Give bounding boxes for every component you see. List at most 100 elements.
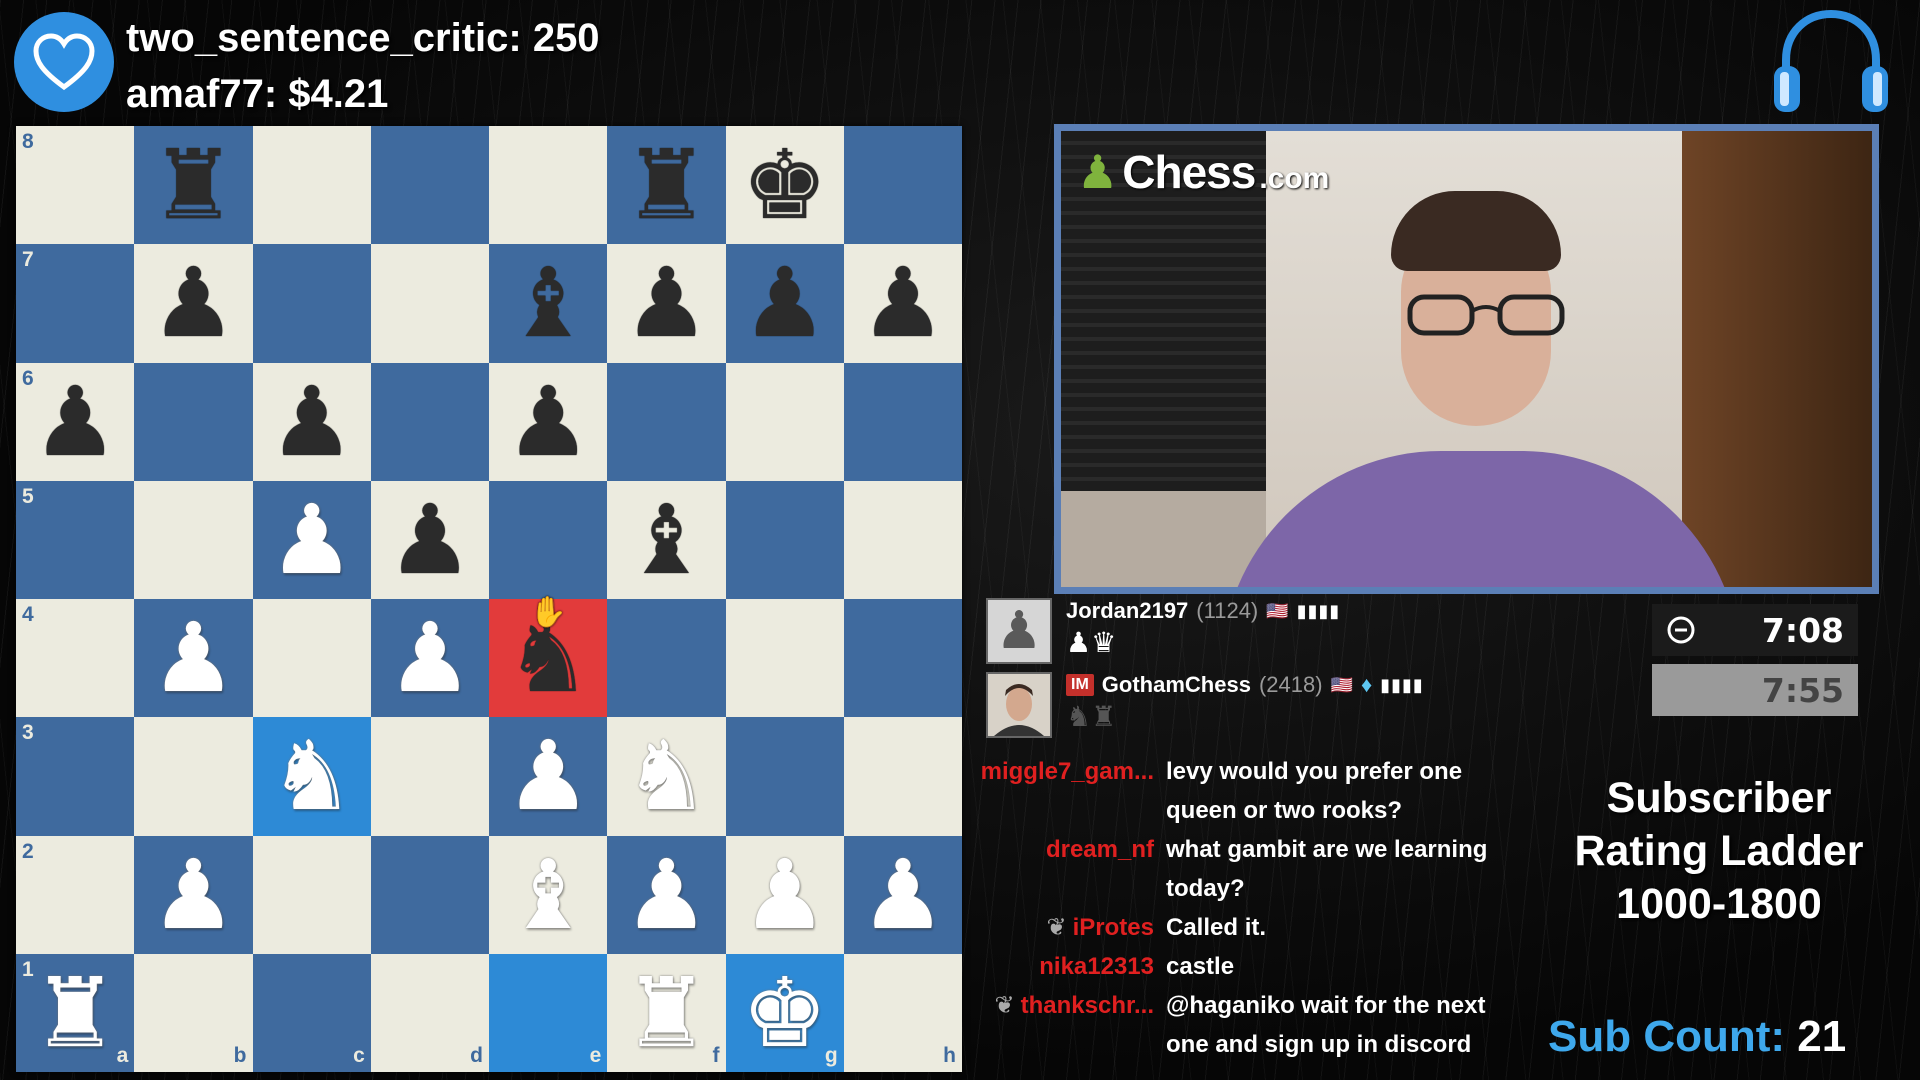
black-pawn-icon[interactable]: ♟ — [269, 374, 355, 470]
square-g5[interactable] — [725, 480, 844, 599]
square-a1[interactable]: 1 a ♜ — [16, 953, 135, 1072]
square-c2[interactable] — [252, 835, 371, 954]
square-h8[interactable] — [843, 126, 962, 245]
square-f4[interactable] — [607, 599, 726, 718]
square-e1[interactable]: e — [489, 953, 608, 1072]
square-c6[interactable]: ♟ — [252, 362, 371, 481]
square-e4[interactable]: ♞ ✋ — [489, 596, 608, 718]
square-e6[interactable]: ♟ — [489, 362, 608, 481]
square-d4[interactable]: ♟ — [370, 599, 489, 718]
square-b8[interactable]: ♜ — [134, 126, 253, 245]
square-f5[interactable]: ♝ — [607, 480, 726, 599]
square-f6[interactable] — [607, 362, 726, 481]
square-g6[interactable] — [725, 362, 844, 481]
square-a2[interactable]: 2 — [16, 835, 135, 954]
square-c7[interactable] — [252, 244, 371, 363]
square-d6[interactable] — [370, 362, 489, 481]
square-e7[interactable]: ♝ — [489, 244, 608, 363]
white-pawn-icon[interactable]: ♟ — [860, 847, 946, 943]
square-c4[interactable] — [252, 599, 371, 718]
white-knight-icon[interactable]: ♞ — [623, 728, 709, 824]
black-king-icon[interactable]: ♚ — [742, 137, 828, 233]
square-b1[interactable]: b — [134, 953, 253, 1072]
square-h6[interactable] — [843, 362, 962, 481]
white-pawn-icon[interactable]: ♟ — [623, 847, 709, 943]
white-pawn-icon[interactable]: ♟ — [387, 610, 473, 706]
square-c3[interactable]: ♞ — [252, 717, 371, 836]
chat-username[interactable]: ❦ iProtes — [980, 908, 1166, 947]
square-c1[interactable]: c — [252, 953, 371, 1072]
black-bishop-icon[interactable]: ♝ — [505, 255, 591, 351]
square-h7[interactable]: ♟ — [843, 244, 962, 363]
square-h3[interactable] — [843, 717, 962, 836]
square-g4[interactable] — [725, 599, 844, 718]
square-d1[interactable]: d — [370, 953, 489, 1072]
square-f7[interactable]: ♟ — [607, 244, 726, 363]
chat-username[interactable]: miggle7_gam... — [980, 752, 1166, 830]
white-pawn-icon[interactable]: ♟ — [742, 847, 828, 943]
square-a6[interactable]: 6 ♟ — [16, 362, 135, 481]
white-pawn-icon[interactable]: ♟ — [505, 728, 591, 824]
square-b6[interactable] — [134, 362, 253, 481]
ladder-line-1: Subscriber — [1606, 774, 1832, 822]
square-d8[interactable] — [370, 126, 489, 245]
black-pawn-icon[interactable]: ♟ — [32, 374, 118, 470]
square-g1[interactable]: g ♚ — [725, 953, 844, 1072]
player-name[interactable]: GothamChess — [1102, 672, 1251, 698]
black-pawn-icon[interactable]: ♟ — [860, 255, 946, 351]
white-king-icon[interactable]: ♚ — [742, 965, 828, 1061]
white-pawn-icon[interactable]: ♟ — [150, 847, 236, 943]
square-g2[interactable]: ♟ — [725, 835, 844, 954]
square-a7[interactable]: 7 — [16, 244, 135, 363]
square-b2[interactable]: ♟ — [134, 835, 253, 954]
white-rook-icon[interactable]: ♜ — [32, 965, 118, 1061]
black-pawn-icon[interactable]: ♟ — [742, 255, 828, 351]
square-b7[interactable]: ♟ — [134, 244, 253, 363]
square-a3[interactable]: 3 — [16, 717, 135, 836]
square-f1[interactable]: f ♜ — [607, 953, 726, 1072]
square-a5[interactable]: 5 — [16, 480, 135, 599]
square-f3[interactable]: ♞ — [607, 717, 726, 836]
chat-username[interactable]: dream_nf — [980, 830, 1166, 908]
square-a4[interactable]: 4 — [16, 599, 135, 718]
square-f8[interactable]: ♜ — [607, 126, 726, 245]
square-c5[interactable]: ♟ — [252, 480, 371, 599]
square-h2[interactable]: ♟ — [843, 835, 962, 954]
square-a8[interactable]: 8 — [16, 126, 135, 245]
black-pawn-icon[interactable]: ♟ — [387, 492, 473, 588]
chat-username[interactable]: ❦ thankschr... — [980, 986, 1166, 1064]
chess-board[interactable]: 8 ♜ ♜ ♚ 7 ♟ ♝ ♟ ♟ ♟ 6 ♟ ♟ ♟ 5 ♟ ♟ ♝ 4 ♟ ♟ ♞ ✋ 3 ♞ ♟ ♞ 2 ♟ ♝ ♟ ♟ ♟ 1 a ♜ b c d e… — [16, 126, 962, 1072]
square-g8[interactable]: ♚ — [725, 126, 844, 245]
square-d3[interactable] — [370, 717, 489, 836]
white-pawn-icon[interactable]: ♟ — [269, 492, 355, 588]
square-e5[interactable] — [489, 480, 608, 599]
player-name[interactable]: Jordan2197 — [1066, 598, 1188, 624]
square-g3[interactable] — [725, 717, 844, 836]
square-f2[interactable]: ♟ — [607, 835, 726, 954]
square-b3[interactable] — [134, 717, 253, 836]
square-e3[interactable]: ♟ — [489, 717, 608, 836]
black-bishop-icon[interactable]: ♝ — [623, 492, 709, 588]
black-pawn-icon[interactable]: ♟ — [505, 374, 591, 470]
square-h5[interactable] — [843, 480, 962, 599]
square-e8[interactable] — [489, 126, 608, 245]
square-h1[interactable]: h — [843, 953, 962, 1072]
square-c8[interactable] — [252, 126, 371, 245]
square-d2[interactable] — [370, 835, 489, 954]
white-knight-icon[interactable]: ♞ — [269, 728, 355, 824]
black-rook-icon[interactable]: ♜ — [623, 137, 709, 233]
square-g7[interactable]: ♟ — [725, 244, 844, 363]
square-h4[interactable] — [843, 599, 962, 718]
white-pawn-icon[interactable]: ♟ — [150, 610, 236, 706]
white-bishop-icon[interactable]: ♝ — [505, 847, 591, 943]
square-e2[interactable]: ♝ — [489, 835, 608, 954]
black-rook-icon[interactable]: ♜ — [150, 137, 236, 233]
square-b5[interactable] — [134, 480, 253, 599]
white-rook-icon[interactable]: ♜ — [623, 965, 709, 1061]
chat-username[interactable]: nika12313 — [980, 947, 1166, 986]
black-pawn-icon[interactable]: ♟ — [623, 255, 709, 351]
square-d7[interactable] — [370, 244, 489, 363]
square-b4[interactable]: ♟ — [134, 599, 253, 718]
square-d5[interactable]: ♟ — [370, 480, 489, 599]
black-pawn-icon[interactable]: ♟ — [150, 255, 236, 351]
